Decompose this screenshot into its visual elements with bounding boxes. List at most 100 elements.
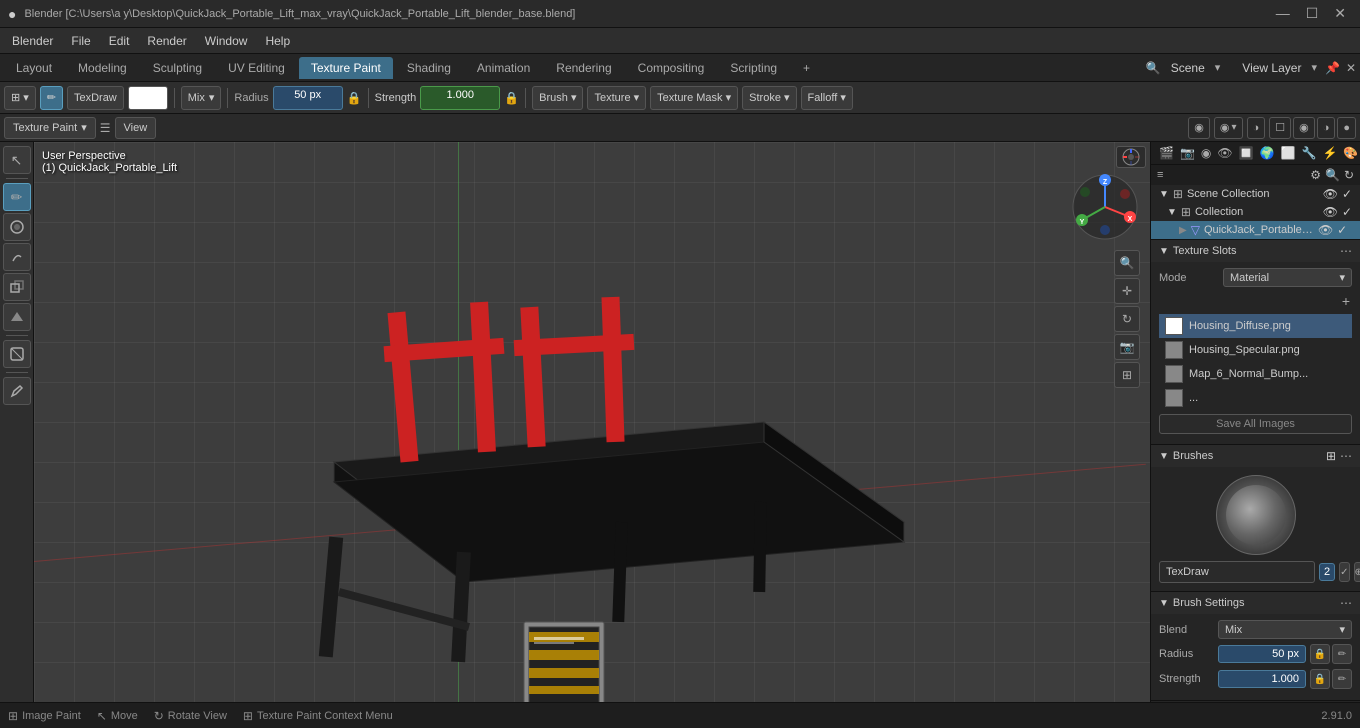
rotate-nav-btn[interactable]: ↻: [1114, 306, 1140, 332]
mode-dropdown[interactable]: Material ▾: [1223, 268, 1352, 287]
tool-cursor[interactable]: ↖: [3, 146, 31, 174]
brush-btn[interactable]: Brush ▾: [532, 86, 583, 110]
viewport-overlay-btn[interactable]: ◉ ▾: [1214, 117, 1243, 139]
scene-collection-check-icon[interactable]: ✓: [1342, 187, 1352, 201]
tab-add[interactable]: +: [791, 57, 822, 79]
props-icon-view[interactable]: 👁: [1217, 146, 1232, 160]
texture-slots-header[interactable]: ▼ Texture Slots ⋯: [1151, 240, 1360, 262]
minimize-button[interactable]: —: [1270, 5, 1296, 22]
props-icon-render[interactable]: 📷: [1180, 146, 1195, 160]
tab-sculpting[interactable]: Sculpting: [141, 57, 214, 79]
color-picker[interactable]: [128, 86, 168, 110]
props-icon-material[interactable]: 🎨: [1343, 146, 1358, 160]
scene-dropdown-icon[interactable]: ▾: [1215, 61, 1221, 74]
menu-file[interactable]: File: [63, 32, 98, 50]
texture-slot-dots[interactable]: ...: [1159, 386, 1352, 410]
settings-icon[interactable]: ✕: [1346, 61, 1356, 75]
menu-edit[interactable]: Edit: [101, 32, 138, 50]
texture-mask-btn[interactable]: Texture Mask ▾: [650, 86, 738, 110]
radius-input[interactable]: 50 px: [273, 86, 343, 110]
texture-slot-3[interactable]: Map_6_Normal_Bump...: [1159, 362, 1352, 386]
blend-dropdown[interactable]: Mix ▾: [181, 86, 222, 110]
texture-paint-mode-btn[interactable]: Texture Paint ▾: [4, 117, 96, 139]
tab-rendering[interactable]: Rendering: [544, 57, 623, 79]
outliner-filter-icon[interactable]: ⚙: [1310, 168, 1321, 182]
brush-settings-options[interactable]: ⋯: [1340, 596, 1352, 610]
scene-collection-item[interactable]: ▼ ⊞ Scene Collection 👁 ✓: [1151, 185, 1360, 203]
tab-layout[interactable]: Layout: [4, 57, 64, 79]
strength-input[interactable]: 1.000: [420, 86, 500, 110]
scene-collection-vis-icon[interactable]: 👁: [1323, 187, 1338, 201]
radius-lock-btn[interactable]: 🔒: [1310, 644, 1330, 664]
maximize-button[interactable]: ☐: [1300, 5, 1325, 22]
brush-copy-btn[interactable]: ⊕: [1354, 562, 1360, 582]
move-nav-btn[interactable]: ✛: [1114, 278, 1140, 304]
texture-slots-options[interactable]: ⋯: [1340, 244, 1352, 258]
tool-smear[interactable]: [3, 243, 31, 271]
tab-modeling[interactable]: Modeling: [66, 57, 139, 79]
tab-shading[interactable]: Shading: [395, 57, 463, 79]
status-context-menu[interactable]: ⊞ Texture Paint Context Menu: [243, 709, 393, 723]
strength-value-props[interactable]: 1.000: [1218, 670, 1306, 688]
tab-uv-editing[interactable]: UV Editing: [216, 57, 297, 79]
props-icon-modifier[interactable]: 🔧: [1301, 146, 1316, 160]
collection-vis-icon[interactable]: 👁: [1323, 205, 1338, 219]
menu-render[interactable]: Render: [139, 32, 194, 50]
blend-dropdown-props[interactable]: Mix ▾: [1218, 620, 1352, 639]
brush-settings-header[interactable]: ▼ Brush Settings ⋯: [1151, 592, 1360, 614]
save-all-images-btn[interactable]: Save All Images: [1159, 414, 1352, 434]
material-btn[interactable]: ◑: [1317, 117, 1336, 139]
tab-animation[interactable]: Animation: [465, 57, 542, 79]
viewport[interactable]: User Perspective (1) QuickJack_Portable_…: [34, 142, 1150, 702]
camera-nav-btn[interactable]: 📷: [1114, 334, 1140, 360]
strength-lock-btn[interactable]: 🔒: [1310, 669, 1330, 689]
wireframe-btn[interactable]: ☐: [1269, 117, 1291, 139]
object-vis-icon[interactable]: 👁: [1318, 223, 1333, 237]
radius-pen-btn[interactable]: ✏: [1332, 644, 1352, 664]
props-icon-world[interactable]: 🌍: [1260, 146, 1275, 160]
radius-lock-icon[interactable]: 🔒: [347, 91, 362, 105]
close-button[interactable]: ✕: [1328, 5, 1352, 22]
status-move[interactable]: ↖ Move: [97, 709, 138, 723]
radius-value-props[interactable]: 50 px: [1218, 645, 1306, 663]
collection-check-icon[interactable]: ✓: [1342, 205, 1352, 219]
menu-window[interactable]: Window: [197, 32, 256, 50]
grid-nav-btn[interactable]: ⊞: [1114, 362, 1140, 388]
texture-slot-2[interactable]: Housing_Specular.png: [1159, 338, 1352, 362]
props-icon-scene[interactable]: 🎬: [1159, 146, 1174, 160]
tool-clone[interactable]: [3, 273, 31, 301]
props-icon-particle[interactable]: ⚡: [1322, 146, 1337, 160]
status-image-paint[interactable]: ⊞ Image Paint: [8, 709, 81, 723]
render-btn[interactable]: ●: [1337, 117, 1356, 139]
zoom-nav-btn[interactable]: 🔍: [1114, 250, 1140, 276]
status-rotate[interactable]: ↻ Rotate View: [154, 709, 227, 723]
menu-help[interactable]: Help: [257, 32, 298, 50]
tab-compositing[interactable]: Compositing: [626, 57, 717, 79]
brushes-header[interactable]: ▼ Brushes ⊞ ⋯: [1151, 445, 1360, 467]
view-layer-dropdown-icon[interactable]: ▾: [1311, 61, 1317, 74]
draw-tool-btn[interactable]: ✏: [40, 86, 63, 110]
collection-item[interactable]: ▼ ⊞ Collection 👁 ✓: [1151, 203, 1360, 221]
brushes-expand[interactable]: ⊞: [1326, 449, 1336, 463]
strength-lock-icon[interactable]: 🔒: [504, 91, 519, 105]
mode-selector[interactable]: ⊞ ▾: [4, 86, 36, 110]
add-texture-btn[interactable]: +: [1340, 291, 1352, 311]
props-icon-scene2[interactable]: 🔲: [1239, 146, 1254, 160]
tab-texture-paint[interactable]: Texture Paint: [299, 57, 393, 79]
outliner-search-icon[interactable]: 🔍: [1325, 168, 1340, 182]
object-check-icon[interactable]: ✓: [1337, 223, 1347, 237]
tex-draw-label-btn[interactable]: TexDraw: [67, 86, 124, 110]
props-icon-object[interactable]: ⬜: [1281, 146, 1296, 160]
tool-mask[interactable]: [3, 340, 31, 368]
stroke-btn[interactable]: Stroke ▾: [742, 86, 796, 110]
menu-blender[interactable]: Blender: [4, 32, 61, 50]
brushes-options[interactable]: ⋯: [1340, 449, 1352, 463]
solid-btn[interactable]: ◉: [1293, 117, 1315, 139]
texture-btn[interactable]: Texture ▾: [587, 86, 646, 110]
viewport-gizmo-btn[interactable]: [1116, 146, 1146, 168]
tab-scripting[interactable]: Scripting: [718, 57, 789, 79]
outliner-sync-icon[interactable]: ↻: [1344, 168, 1354, 182]
props-icon-output[interactable]: ◉: [1201, 146, 1211, 160]
brush-name-input[interactable]: [1159, 561, 1315, 583]
strength-pen-btn[interactable]: ✏: [1332, 669, 1352, 689]
